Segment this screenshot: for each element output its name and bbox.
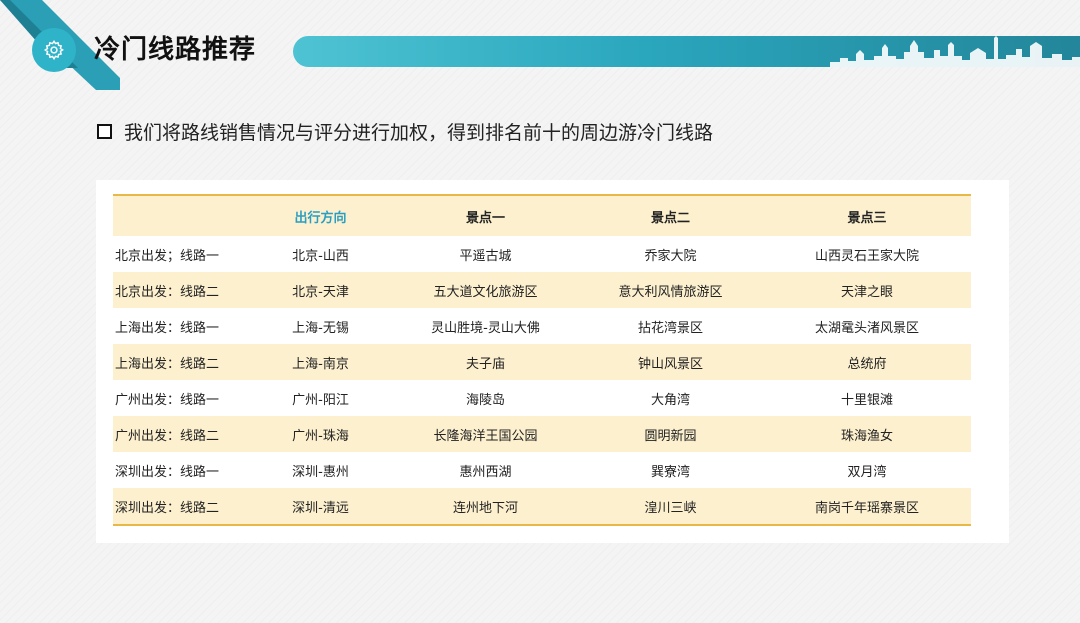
- table-cell: 北京-山西: [292, 248, 349, 264]
- table-panel: 出行方向 景点一 景点二 景点三 北京出发；线路一 北京-山西 平遥古城 乔家大…: [96, 180, 1009, 543]
- table-cell: 深圳出发：线路二: [115, 500, 220, 516]
- header-cell-blank: [113, 195, 248, 236]
- table-cell: 深圳出发：线路一: [115, 464, 220, 480]
- table-cell: 灵山胜境-灵山大佛: [431, 320, 540, 336]
- table-cell: 大角湾: [650, 392, 690, 408]
- table-cell: 广州-阳江: [292, 392, 349, 408]
- table-cell: 十里银滩: [840, 392, 893, 408]
- table-cell: 五大道文化旅游区: [433, 284, 538, 300]
- table-cell: 上海出发：线路二: [115, 356, 220, 372]
- table-row: 上海出发：线路一 上海-无锡 灵山胜境-灵山大佛 拈花湾景区 太湖鼋头渚风景区: [113, 308, 971, 344]
- header-banner: [293, 36, 1080, 67]
- table-cell: 钟山风景区: [637, 356, 703, 372]
- table-cell: 广州-珠海: [292, 428, 349, 444]
- table-cell: 太湖鼋头渚风景区: [814, 320, 919, 336]
- table-cell: 深圳-惠州: [292, 464, 349, 480]
- table-row: 上海出发：线路二 上海-南京 夫子庙 钟山风景区 总统府: [113, 344, 971, 380]
- gear-badge: [32, 28, 76, 72]
- summary-bullet: 我们将路线销售情况与评分进行加权，得到排名前十的周边游冷门线路: [97, 118, 713, 145]
- table-header-row: 出行方向 景点一 景点二 景点三: [113, 195, 971, 236]
- table-cell: 南岗千年瑶寨景区: [814, 500, 919, 516]
- table-cell: 圆明新园: [644, 428, 697, 444]
- table-cell: 夫子庙: [465, 356, 505, 372]
- header-cell-spot2: 景点二: [650, 210, 690, 226]
- table-cell: 上海出发：线路一: [115, 320, 220, 336]
- table-cell: 深圳-清远: [292, 500, 349, 516]
- header-cell-spot3: 景点三: [847, 210, 887, 226]
- table-row: 深圳出发：线路一 深圳-惠州 惠州西湖 巽寮湾 双月湾: [113, 452, 971, 488]
- table-cell: 海陵岛: [465, 392, 505, 408]
- table-cell: 广州出发：线路一: [115, 392, 220, 408]
- table-cell: 拈花湾景区: [637, 320, 703, 336]
- table-cell: 北京-天津: [292, 284, 349, 300]
- table-cell: 北京出发：线路二: [115, 284, 220, 300]
- header-cell-spot1: 景点一: [465, 210, 505, 226]
- table-cell: 珠海渔女: [840, 428, 893, 444]
- table-cell: 长隆海洋王国公园: [433, 428, 538, 444]
- table-cell: 天津之眼: [840, 284, 893, 300]
- table-cell: 惠州西湖: [459, 464, 512, 480]
- table-cell: 总统府: [847, 356, 887, 372]
- table-cell: 上海-南京: [292, 356, 349, 372]
- table-row: 北京出发；线路一 北京-山西 平遥古城 乔家大院 山西灵石王家大院: [113, 236, 971, 272]
- gear-icon: [43, 39, 64, 61]
- summary-text: 我们将路线销售情况与评分进行加权，得到排名前十的周边游冷门线路: [124, 122, 714, 144]
- table-cell: 意大利风情旅游区: [618, 284, 723, 300]
- table-row: 广州出发：线路一 广州-阳江 海陵岛 大角湾 十里银滩: [113, 380, 971, 416]
- table-cell: 乔家大院: [644, 248, 697, 264]
- table-cell: 北京出发；线路一: [115, 248, 220, 264]
- table-cell: 广州出发：线路二: [115, 428, 220, 444]
- table-cell: 上海-无锡: [292, 320, 349, 336]
- table-cell: 山西灵石王家大院: [814, 248, 919, 264]
- table-cell: 连州地下河: [452, 500, 518, 516]
- city-skyline-graphic: [830, 36, 1080, 67]
- route-table: 出行方向 景点一 景点二 景点三 北京出发；线路一 北京-山西 平遥古城 乔家大…: [113, 194, 971, 526]
- page-title: 冷门线路推荐: [94, 35, 257, 65]
- table-cell: 巽寮湾: [650, 464, 690, 480]
- table-cell: 双月湾: [847, 464, 887, 480]
- table-row: 广州出发：线路二 广州-珠海 长隆海洋王国公园 圆明新园 珠海渔女: [113, 416, 971, 452]
- square-bullet-icon: [97, 124, 112, 139]
- table-row: 北京出发：线路二 北京-天津 五大道文化旅游区 意大利风情旅游区 天津之眼: [113, 272, 971, 308]
- table-row: 深圳出发：线路二 深圳-清远 连州地下河 湟川三峡 南岗千年瑶寨景区: [113, 488, 971, 525]
- table-cell: 平遥古城: [459, 248, 512, 264]
- table-cell: 湟川三峡: [644, 500, 697, 516]
- header-cell-direction: 出行方向: [294, 210, 347, 226]
